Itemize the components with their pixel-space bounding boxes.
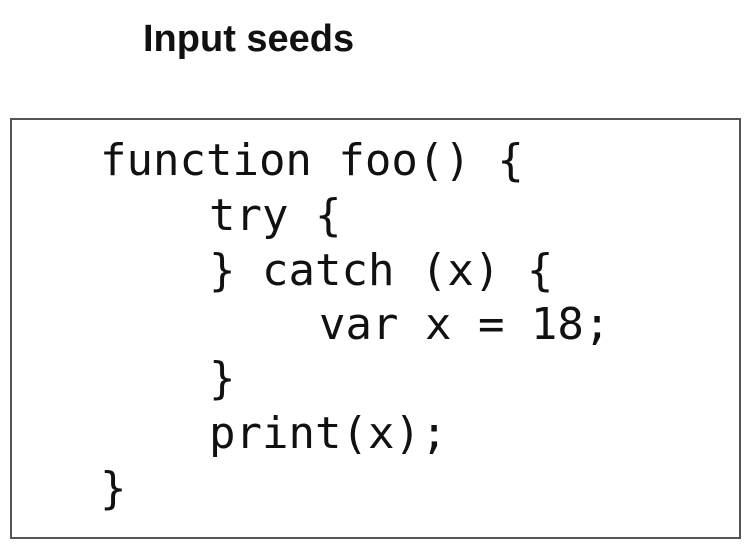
code-block: function foo() { try { } catch (x) { var…: [10, 118, 741, 539]
code-line-3: } catch (x) {: [209, 245, 554, 296]
code-line-1: function foo() {: [100, 135, 524, 186]
heading-input-seeds: Input seeds: [143, 18, 355, 60]
code-line-5: }: [209, 353, 236, 404]
code-line-2: try {: [209, 190, 342, 241]
code-line-7: }: [100, 463, 127, 514]
code-line-4: var x = 18;: [319, 299, 611, 350]
code-line-6: print(x);: [209, 408, 448, 459]
